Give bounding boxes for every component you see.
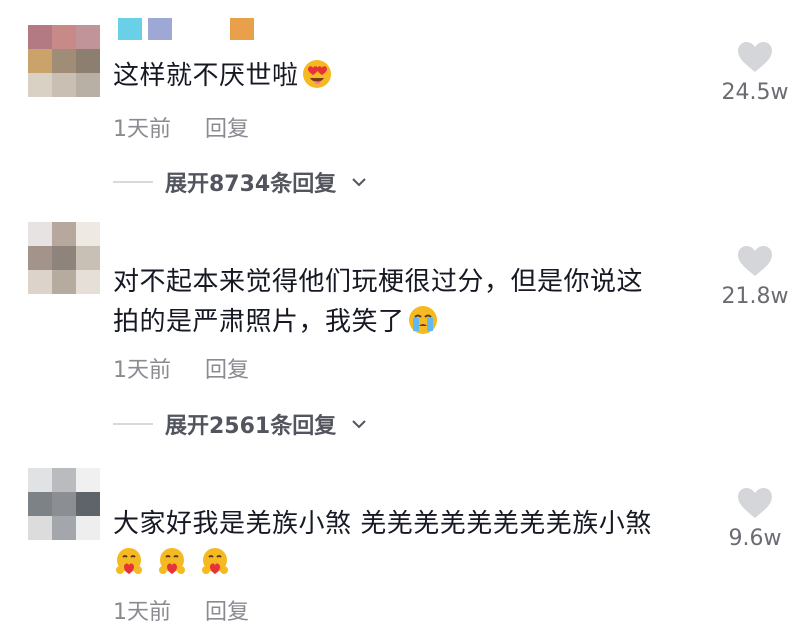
avatar-pixel <box>76 468 100 492</box>
avatar-pixel <box>52 49 76 73</box>
like-count: 24.5w <box>721 80 789 105</box>
avatar-pixel <box>52 468 76 492</box>
timestamp: 1天前 <box>113 117 171 142</box>
hug-emoji-icon <box>116 548 142 574</box>
comment-text: 大家好我是羌族小煞 羌羌羌羌羌羌羌羌族小煞 <box>113 504 652 584</box>
like-button[interactable]: 9.6w <box>700 486 800 551</box>
reply-button[interactable]: 回复 <box>205 352 249 384</box>
timestamp: 1天前 <box>113 358 171 383</box>
comment-meta: 1天前 回复 <box>113 352 249 384</box>
like-button[interactable]: 24.5w <box>700 40 800 105</box>
avatar-pixel <box>76 492 100 516</box>
comment-text: 这样就不厌世啦 <box>113 56 333 96</box>
avatar-pixel <box>28 516 52 540</box>
avatar-pixel <box>76 25 100 49</box>
avatar-pixel <box>76 49 100 73</box>
reply-button[interactable]: 回复 <box>205 594 249 626</box>
crying-emoji-icon <box>408 306 437 334</box>
avatar-pixel <box>28 222 52 246</box>
comment-text-line-2-content: 拍的是严肃照片，我笑了 <box>113 307 405 337</box>
comment-meta: 1天前 回复 <box>113 111 249 143</box>
heart-icon <box>738 488 772 518</box>
expand-replies-button[interactable]: 展开8734条回复 <box>113 166 366 198</box>
avatar-pixel <box>76 270 100 294</box>
avatar-pixel <box>52 73 76 97</box>
reply-button[interactable]: 回复 <box>205 111 249 143</box>
like-count: 21.8w <box>721 284 789 309</box>
heart-icon <box>738 246 772 276</box>
avatar-pixel <box>52 516 76 540</box>
hug-emoji-icon <box>201 548 228 574</box>
avatar[interactable] <box>28 222 100 294</box>
comment-text: 对不起本来觉得他们玩梗很过分，但是你说这 拍的是严肃照片，我笑了 <box>113 262 643 342</box>
avatar-pixel <box>76 73 100 97</box>
avatar-pixel <box>28 270 52 294</box>
avatar-pixel <box>28 73 52 97</box>
divider-line <box>113 423 153 425</box>
avatar-pixel <box>52 246 76 270</box>
avatar-pixel <box>52 270 76 294</box>
timestamp: 1天前 <box>113 600 171 625</box>
comment-text-line-1: 大家好我是羌族小煞 羌羌羌羌羌羌羌羌族小煞 <box>113 509 652 539</box>
like-button[interactable]: 21.8w <box>700 244 800 309</box>
divider-line <box>113 181 153 183</box>
like-count: 9.6w <box>728 526 782 551</box>
chevron-down-icon <box>352 178 366 187</box>
heart-eyes-emoji-icon <box>302 60 331 88</box>
comment-emoji-row <box>111 544 652 584</box>
avatar-pixel <box>76 222 100 246</box>
avatar-pixel <box>28 49 52 73</box>
comment-text-line-2: 拍的是严肃照片，我笑了 <box>113 302 643 342</box>
avatar[interactable] <box>28 468 100 540</box>
avatar-pixel <box>28 25 52 49</box>
avatar-pixel <box>28 492 52 516</box>
avatar-pixel <box>28 246 52 270</box>
hug-emoji-icon <box>158 548 185 574</box>
comment-meta: 1天前 回复 <box>113 594 249 626</box>
chevron-down-icon <box>352 420 366 429</box>
avatar-pixel <box>52 25 76 49</box>
heart-icon <box>738 42 772 72</box>
comment-text-line-1: 对不起本来觉得他们玩梗很过分，但是你说这 <box>113 267 644 297</box>
comment-text-content: 这样就不厌世啦 <box>113 61 299 91</box>
avatar-pixel <box>28 468 52 492</box>
avatar[interactable] <box>28 25 100 97</box>
avatar-pixel <box>76 516 100 540</box>
expand-replies-label: 展开8734条回复 <box>165 172 337 197</box>
expand-replies-label: 展开2561条回复 <box>165 414 337 439</box>
expand-replies-button[interactable]: 展开2561条回复 <box>113 408 366 440</box>
avatar-pixel <box>52 492 76 516</box>
avatar-pixel <box>52 222 76 246</box>
avatar-pixel <box>76 246 100 270</box>
username-pixelated[interactable] <box>118 18 254 44</box>
